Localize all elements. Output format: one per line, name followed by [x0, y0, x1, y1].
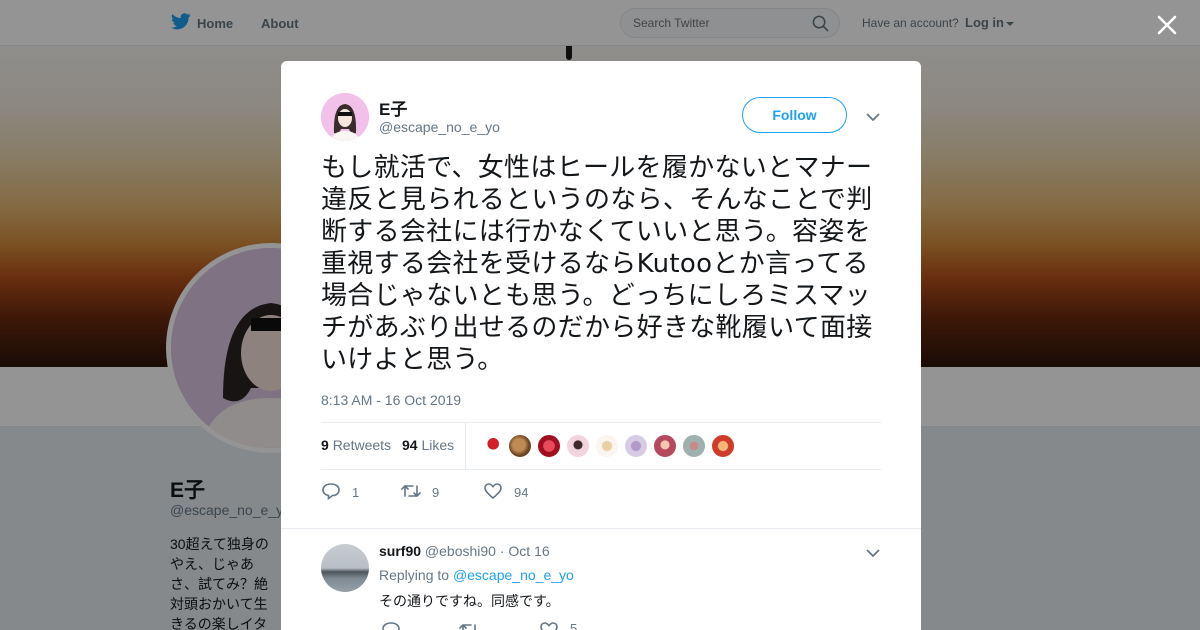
tweet-text: もし就活で、女性はヒールを履かないとマナー違反と見られるというのなら、そんなこと…	[321, 153, 873, 375]
liker-avatar[interactable]	[537, 434, 561, 458]
retweet-count: 9	[432, 485, 440, 500]
replying-to-link[interactable]: @escape_no_e_yo	[453, 567, 574, 583]
reply-icon[interactable]	[381, 621, 401, 630]
replying-to-prefix: Replying to	[379, 567, 450, 583]
tweet-stats: 9 Retweets 94 Likes	[321, 422, 881, 470]
reply-action[interactable]: 1	[321, 482, 359, 503]
reply-author-handle[interactable]: @eboshi90	[425, 543, 496, 559]
tweet-timestamp[interactable]: 8:13 AM - 16 Oct 2019	[321, 392, 461, 408]
likes-label: Likes	[421, 437, 455, 453]
reply-options-chevron-icon[interactable]	[866, 545, 880, 563]
like-action[interactable]: 94	[483, 482, 528, 503]
liker-avatar[interactable]	[682, 434, 706, 458]
author-handle[interactable]: @escape_no_e_yo	[379, 119, 500, 135]
close-icon[interactable]	[1154, 12, 1180, 38]
likes-count: 94	[402, 437, 418, 453]
retweets-label: Retweets	[332, 437, 392, 453]
reply-count: 1	[352, 485, 360, 500]
reply-tweet[interactable]: surf90 @eboshi90 · Oct 16 Replying to @e…	[281, 528, 921, 630]
stats-divider	[465, 423, 466, 470]
retweets-count: 9	[321, 437, 329, 453]
replying-to: Replying to @escape_no_e_yo	[379, 567, 574, 583]
liker-avatar[interactable]	[711, 434, 735, 458]
tweet-options-chevron-icon[interactable]	[866, 109, 880, 127]
follow-button[interactable]: Follow	[742, 97, 847, 133]
reply-header: surf90 @eboshi90 · Oct 16	[379, 543, 550, 559]
reply-actions: 5	[379, 621, 779, 630]
reply-author-avatar[interactable]	[321, 544, 369, 592]
retweet-icon[interactable]	[459, 621, 479, 630]
reply-author-name[interactable]: surf90	[379, 543, 421, 559]
liker-avatar[interactable]	[508, 434, 532, 458]
liker-avatar[interactable]	[624, 434, 648, 458]
reply-like-count: 5	[570, 621, 578, 630]
retweet-action[interactable]: 9	[401, 482, 439, 503]
author-name[interactable]: E子	[379, 95, 407, 120]
liker-avatar[interactable]	[566, 434, 590, 458]
liker-avatar[interactable]	[479, 434, 503, 458]
reply-text: その通りですね。同感です。	[379, 594, 560, 610]
heart-icon	[483, 482, 503, 503]
tweet-actions: 1 9 94	[321, 479, 881, 503]
retweet-icon	[401, 482, 421, 503]
reply-icon	[321, 482, 341, 503]
tweet-permalink-modal: E子 @escape_no_e_yo Follow もし就活で、女性はヒールを履…	[281, 61, 921, 630]
liker-avatar[interactable]	[653, 434, 677, 458]
likes-stat[interactable]: 94 Likes	[402, 437, 454, 453]
liker-avatars	[479, 434, 735, 458]
like-count: 94	[514, 485, 529, 500]
reply-date[interactable]: · Oct 16	[500, 543, 550, 559]
author-avatar[interactable]	[321, 93, 369, 141]
heart-icon	[539, 621, 559, 630]
reply-like-action[interactable]: 5	[539, 621, 577, 630]
liker-avatar[interactable]	[595, 434, 619, 458]
retweets-stat[interactable]: 9 Retweets	[321, 437, 391, 453]
